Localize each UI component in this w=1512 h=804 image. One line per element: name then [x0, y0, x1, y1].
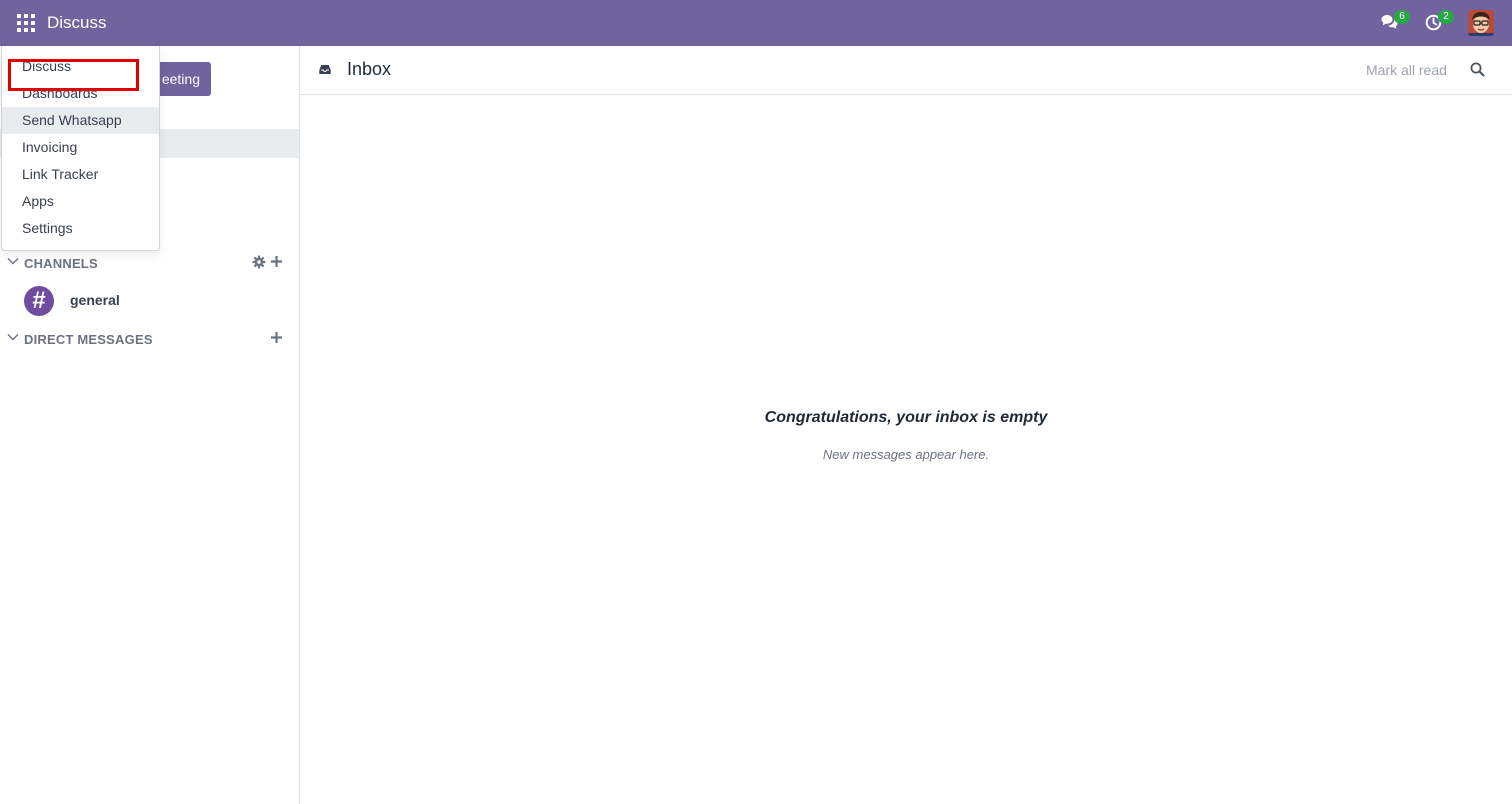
user-avatar-image — [1468, 10, 1494, 36]
gear-icon[interactable] — [252, 255, 266, 269]
top-navbar: Discuss 6 2 — [0, 0, 1512, 46]
messaging-menu-button[interactable]: 6 — [1381, 10, 1410, 34]
menu-item-invoicing[interactable]: Invoicing — [2, 134, 159, 161]
menu-item-send-whatsapp[interactable]: Send Whatsapp — [2, 107, 159, 134]
empty-inbox-subtitle: New messages appear here. — [822, 447, 990, 462]
app-menu-grid-icon[interactable] — [17, 14, 35, 32]
chevron-down-icon — [7, 334, 19, 341]
chevron-down-icon — [7, 258, 19, 265]
activity-menu-button[interactable]: 2 — [1425, 10, 1454, 34]
mark-all-read-button[interactable]: Mark all read — [1366, 62, 1447, 78]
inbox-tray-icon — [319, 65, 331, 74]
menu-item-link-tracker[interactable]: Link Tracker — [2, 161, 159, 188]
channel-name: general — [70, 292, 120, 308]
messages-count-badge: 6 — [1394, 10, 1410, 24]
empty-inbox-title: Congratulations, your inbox is empty — [764, 409, 1048, 426]
menu-item-dashboards[interactable]: Dashboards — [2, 80, 159, 107]
add-chat-plus-icon[interactable] — [270, 331, 283, 344]
menu-item-discuss[interactable]: Discuss — [2, 53, 159, 80]
app-brand-title[interactable]: Discuss — [47, 13, 107, 33]
user-avatar[interactable] — [1468, 10, 1494, 36]
category-direct-messages-label: DIRECT MESSAGES — [24, 332, 153, 347]
channel-avatar: # — [24, 286, 54, 316]
activities-count-badge: 2 — [1438, 10, 1454, 24]
add-channel-plus-icon[interactable] — [270, 255, 283, 268]
sidebar-item-channel-general[interactable]: # general — [0, 286, 299, 316]
category-channels-label: CHANNELS — [24, 256, 98, 271]
app-menu-dropdown: Discuss Dashboards Send Whatsapp Invoici… — [1, 46, 160, 251]
menu-item-settings[interactable]: Settings — [2, 215, 159, 242]
category-direct-messages-header[interactable]: DIRECT MESSAGES — [0, 327, 299, 351]
search-icon[interactable] — [1470, 62, 1485, 77]
thread-title: Inbox — [347, 59, 392, 79]
thread-header: Inbox Mark all read — [300, 46, 1512, 95]
category-channels-header[interactable]: CHANNELS — [0, 251, 299, 275]
menu-item-apps[interactable]: Apps — [2, 188, 159, 215]
